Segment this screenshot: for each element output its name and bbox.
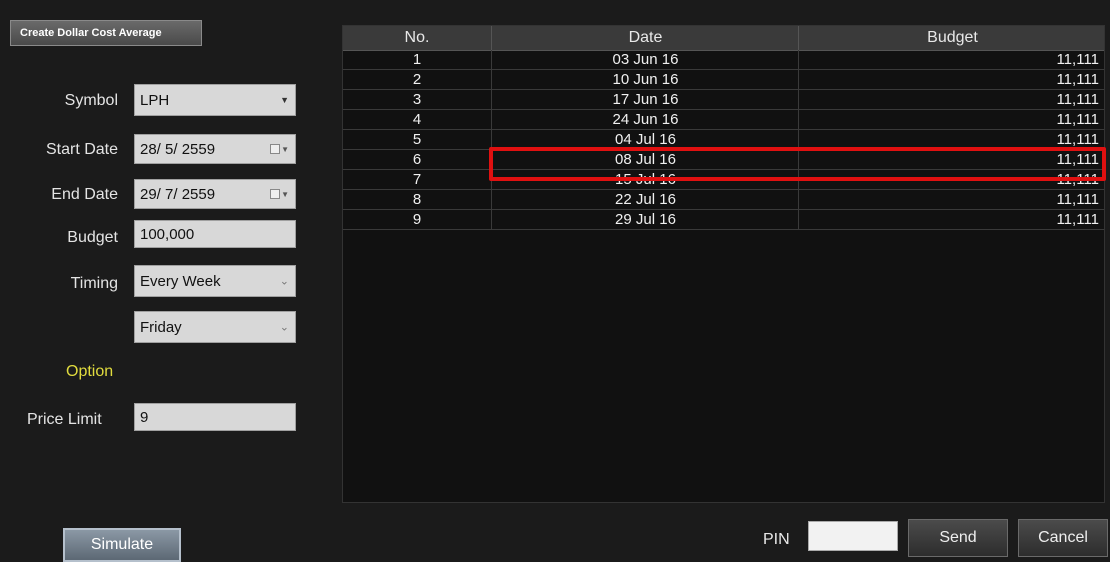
pin-input[interactable]: [808, 521, 898, 551]
cell-no: 5: [412, 131, 422, 148]
cell-no: 8: [412, 191, 422, 208]
timing-select[interactable]: Every Week ⌄: [134, 265, 296, 297]
schedule-table: No. Date Budget 1 03 Jun 16 11,111 2 10 …: [342, 25, 1105, 503]
dropdown-arrow-icon: ▼: [280, 95, 289, 105]
table-row[interactable]: 8 22 Jul 16 11,111: [343, 190, 1104, 210]
highlighted-row-outline: [489, 147, 1106, 181]
cell-no: 6: [412, 151, 422, 168]
cell-no: 3: [412, 91, 422, 108]
price-limit-value: 9: [140, 408, 149, 426]
budget-value: 100,000: [140, 225, 195, 243]
cell-no: 4: [412, 111, 422, 128]
chevron-down-icon: ⌄: [279, 275, 289, 288]
start-date-label: Start Date: [45, 141, 118, 158]
cell-date: 10 Jun 16: [491, 70, 799, 89]
price-limit-label: Price Limit: [27, 411, 102, 428]
start-date-value: 28/ 5/ 2559: [140, 140, 216, 158]
end-date-value: 29/ 7/ 2559: [140, 185, 216, 203]
symbol-select[interactable]: LPH ▼: [134, 84, 296, 116]
day-select[interactable]: Friday ⌄: [134, 311, 296, 343]
calendar-icon[interactable]: ▼: [270, 144, 289, 154]
day-value: Friday: [140, 318, 182, 336]
table-row[interactable]: 4 24 Jun 16 11,111: [343, 110, 1104, 130]
budget-label: Budget: [67, 229, 118, 246]
calendar-icon[interactable]: ▼: [270, 189, 289, 199]
option-label: Option: [66, 363, 114, 380]
chevron-down-icon: ⌄: [279, 321, 289, 334]
cell-date: 29 Jul 16: [491, 210, 799, 229]
end-date-picker[interactable]: 29/ 7/ 2559 ▼: [134, 179, 296, 209]
table-row[interactable]: 3 17 Jun 16 11,111: [343, 90, 1104, 110]
cell-budget: 11,111: [798, 50, 1099, 69]
cancel-button[interactable]: Cancel: [1018, 519, 1108, 557]
cell-date: 03 Jun 16: [491, 50, 799, 69]
create-dca-button[interactable]: Create Dollar Cost Average: [10, 20, 202, 46]
table-header: No. Date Budget: [343, 26, 1104, 51]
symbol-label: Symbol: [64, 92, 118, 109]
send-button[interactable]: Send: [908, 519, 1008, 557]
timing-value: Every Week: [140, 272, 221, 290]
column-header-date[interactable]: Date: [491, 26, 799, 50]
cell-date: 17 Jun 16: [491, 90, 799, 109]
timing-label: Timing: [70, 275, 118, 292]
cell-budget: 11,111: [798, 90, 1099, 109]
table-row[interactable]: 9 29 Jul 16 11,111: [343, 210, 1104, 230]
table-row[interactable]: 2 10 Jun 16 11,111: [343, 70, 1104, 90]
column-header-budget[interactable]: Budget: [798, 26, 1106, 50]
pin-label: PIN: [763, 531, 790, 548]
symbol-value: LPH: [140, 91, 170, 109]
budget-input[interactable]: 100,000: [134, 220, 296, 248]
table-row[interactable]: 1 03 Jun 16 11,111: [343, 50, 1104, 70]
column-header-no[interactable]: No.: [343, 26, 491, 50]
cell-no: 9: [412, 211, 422, 228]
cell-budget: 11,111: [798, 110, 1099, 129]
cell-no: 7: [412, 171, 422, 188]
cell-no: 2: [412, 71, 422, 88]
end-date-label: End Date: [51, 186, 118, 203]
cell-budget: 11,111: [798, 190, 1099, 209]
start-date-picker[interactable]: 28/ 5/ 2559 ▼: [134, 134, 296, 164]
cell-date: 24 Jun 16: [491, 110, 799, 129]
cell-date: 22 Jul 16: [491, 190, 799, 209]
cell-budget: 11,111: [798, 70, 1099, 89]
price-limit-input[interactable]: 9: [134, 403, 296, 431]
cell-budget: 11,111: [798, 210, 1099, 229]
cell-no: 1: [412, 51, 422, 68]
